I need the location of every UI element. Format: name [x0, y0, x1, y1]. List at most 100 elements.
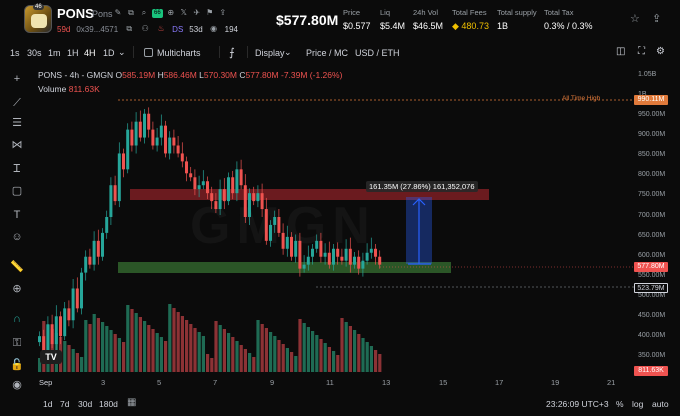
token-logo[interactable]: 46: [24, 4, 52, 33]
lock-icon[interactable]: 🔓: [9, 358, 25, 372]
legend-change: -7.39M (-1.26%): [280, 70, 343, 80]
multicharts-label[interactable]: Multicharts: [157, 48, 201, 58]
magnet-icon[interactable]: ∩: [9, 312, 25, 326]
copy-icon[interactable]: ⧉: [126, 8, 136, 18]
range-1d[interactable]: 1d: [43, 399, 52, 409]
volume-bar: [176, 312, 180, 372]
log-toggle[interactable]: log: [632, 399, 643, 409]
indicators-icon[interactable]: ⨍: [229, 46, 235, 59]
auto-toggle[interactable]: auto: [652, 399, 669, 409]
chevron-down-icon[interactable]: ⌄: [118, 47, 126, 58]
stat-value: 0.3% / 0.3%: [544, 21, 593, 31]
emoji-icon[interactable]: ☺: [9, 230, 25, 244]
candle: [168, 137, 172, 154]
timeframe-30s[interactable]: 30s: [27, 48, 42, 58]
multicharts-checkbox[interactable]: [144, 48, 153, 57]
candle: [193, 177, 197, 190]
pitchfork-icon[interactable]: ⋈: [9, 138, 25, 152]
candle: [180, 153, 184, 162]
stat-fees: Total Fees ◆ 480.73: [452, 8, 489, 32]
price-chart[interactable]: [34, 68, 680, 402]
y-tick: 1.05B: [638, 71, 657, 78]
search-icon[interactable]: ⌕: [139, 8, 149, 18]
candle: [67, 308, 71, 321]
candle: [126, 129, 130, 170]
ds-age: 53d: [189, 24, 203, 34]
volume-bar: [256, 320, 260, 372]
stat-value: 1B: [497, 21, 509, 31]
volume-bar: [138, 317, 142, 372]
stat-label: Total Tax: [544, 8, 574, 17]
candle: [210, 193, 214, 202]
ruler-icon[interactable]: 📏: [9, 260, 25, 274]
candle: [84, 256, 88, 273]
volume-bar: [344, 322, 348, 372]
candle: [298, 240, 302, 269]
usd-eth-toggle[interactable]: USD / ETH: [355, 48, 400, 58]
volume-bar: [117, 338, 121, 372]
low-price-tag: 523.79M: [634, 283, 668, 293]
rectangle-icon[interactable]: ▢: [9, 184, 25, 198]
twitter-icon[interactable]: 𝕏: [179, 8, 189, 18]
telegram-icon[interactable]: ✈: [192, 8, 202, 18]
lock-drawing-icon[interactable]: ⚿: [9, 336, 25, 350]
range-7d[interactable]: 7d: [60, 399, 69, 409]
volume-bar: [252, 357, 256, 372]
fib-icon[interactable]: Ꮖ: [9, 162, 25, 176]
tradingview-logo-icon[interactable]: TV: [40, 350, 62, 364]
candle: [38, 336, 41, 343]
timeframe-4h[interactable]: 4H: [84, 48, 96, 58]
website-icon[interactable]: ⊕: [166, 8, 176, 18]
utc-time[interactable]: 23:26:09 UTC+3: [546, 399, 609, 409]
timeframe-1d[interactable]: 1D: [103, 48, 115, 58]
range-180d[interactable]: 180d: [99, 399, 118, 409]
candle: [327, 252, 331, 265]
volume-bar: [155, 333, 159, 372]
timeframe-1s[interactable]: 1s: [10, 48, 20, 58]
camera-icon[interactable]: ◫: [616, 46, 625, 57]
volume-bar: [231, 337, 235, 372]
token-address[interactable]: 0x39...4571: [76, 25, 118, 34]
volume-bar: [239, 345, 243, 372]
volume-bar: [88, 324, 92, 372]
measure-label: 161.35M (27.86%) 161,352,076: [366, 181, 478, 192]
horizontal-lines-icon[interactable]: ☰: [9, 116, 25, 130]
x-tick: Sep: [39, 378, 53, 387]
candle: [109, 185, 113, 217]
y-tick: 950.00M: [638, 111, 666, 118]
bookmark-icon[interactable]: ☆: [630, 12, 640, 25]
eye-icon[interactable]: ◉: [9, 378, 25, 392]
candle: [176, 145, 180, 154]
share-icon[interactable]: ⇪: [218, 8, 228, 18]
volume-bar: [122, 342, 126, 372]
percent-toggle[interactable]: %: [616, 399, 624, 409]
timeframe-1h[interactable]: 1H: [67, 48, 79, 58]
text-icon[interactable]: T: [9, 208, 25, 222]
edit-icon[interactable]: ✎: [113, 8, 123, 18]
current-price-tag: 577.80M: [634, 262, 668, 272]
volume-bar: [369, 346, 373, 372]
chevron-down-icon[interactable]: ⌄: [284, 47, 292, 58]
candle: [269, 224, 272, 241]
trendline-icon[interactable]: ⟋: [9, 96, 25, 110]
timeframe-1m[interactable]: 1m: [48, 48, 61, 58]
candle: [101, 232, 104, 257]
display-button[interactable]: Display: [255, 48, 285, 58]
gear-icon[interactable]: ⚙: [656, 46, 665, 57]
candle: [214, 201, 218, 210]
range-30d[interactable]: 30d: [78, 399, 92, 409]
volume-bar: [348, 326, 352, 372]
token-header: 46 PONS Pons ✎ ⧉ ⌕ 66 ⊕ 𝕏 ✈ ⚑ ⇪ 59d 0x39…: [0, 0, 680, 40]
crosshair-icon[interactable]: +: [9, 72, 25, 86]
fullscreen-icon[interactable]: ⛶: [638, 46, 645, 57]
volume-bar: [180, 316, 184, 372]
candle: [260, 193, 264, 210]
calendar-icon[interactable]: ▦: [127, 397, 136, 408]
flag-icon[interactable]: ⚑: [205, 8, 215, 18]
share-icon[interactable]: ⇪: [652, 12, 661, 25]
volume-bar: [281, 344, 285, 372]
copy-address-icon[interactable]: ⧉: [124, 24, 134, 34]
candle: [344, 248, 348, 261]
zoom-icon[interactable]: ⊕: [9, 282, 25, 296]
price-mc-toggle[interactable]: Price / MC: [306, 48, 348, 58]
